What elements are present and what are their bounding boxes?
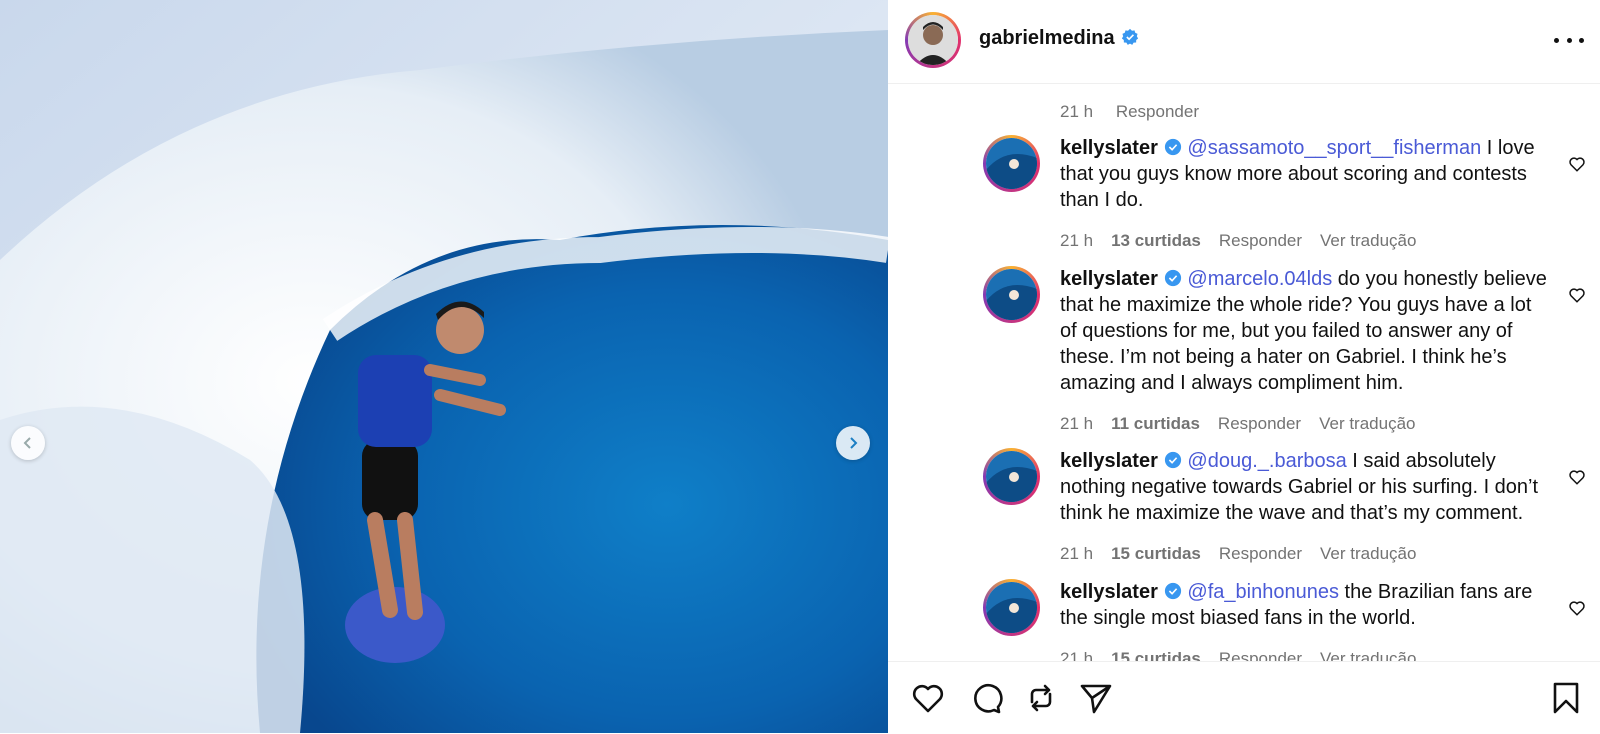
share-button[interactable] xyxy=(1078,680,1114,716)
comments-list[interactable]: 21 h Responder kellyslater @sassamoto__s… xyxy=(888,83,1600,661)
commenter-avatar-image xyxy=(986,138,1037,189)
send-icon xyxy=(1080,684,1112,714)
comment-button[interactable] xyxy=(968,680,1004,716)
reply-link[interactable]: Responder xyxy=(1219,544,1302,563)
comment-mention[interactable]: @fa_binhonunes xyxy=(1187,581,1339,603)
commenter-avatar[interactable] xyxy=(983,579,1040,636)
bookmark-icon xyxy=(1553,682,1579,714)
comment-text: kellyslater @marcelo.04lds do you honest… xyxy=(1060,266,1550,396)
comment-text: kellyslater @doug._.barbosa I said absol… xyxy=(1060,448,1550,526)
commenter-avatar[interactable] xyxy=(983,448,1040,505)
comment-meta: 21 h 11 curtidas Responder Ver tradução xyxy=(1060,414,1434,434)
reply-link[interactable]: Responder xyxy=(1219,231,1302,250)
verified-badge-icon xyxy=(1164,269,1181,287)
verified-badge-icon xyxy=(1164,138,1181,156)
commenter-username[interactable]: kellyslater xyxy=(1060,581,1158,603)
comment-icon xyxy=(974,684,1003,714)
verified-badge-icon xyxy=(1121,28,1138,45)
comment-meta: 21 h 15 curtidas Responder Ver tradução xyxy=(1060,544,1434,564)
more-options-icon xyxy=(1554,37,1559,43)
comment-time: 21 h xyxy=(1060,649,1094,661)
repost-button[interactable] xyxy=(1023,680,1059,716)
comment-time: 21 h xyxy=(1060,231,1094,250)
translate-link[interactable]: Ver tradução xyxy=(1320,544,1416,563)
commenter-avatar-image xyxy=(986,451,1037,502)
comment-meta: 21 h 15 curtidas Responder Ver tradução xyxy=(1060,649,1434,661)
reply-link[interactable]: Responder xyxy=(1218,414,1301,433)
heart-icon xyxy=(912,684,944,713)
heart-icon[interactable] xyxy=(1568,599,1586,617)
comment-mention[interactable]: @sassamoto__sport__fisherman xyxy=(1187,137,1481,159)
comment-time: 21 h xyxy=(1060,544,1094,563)
reply-link[interactable]: Responder xyxy=(1219,649,1302,661)
previous-comment-meta: 21 h Responder xyxy=(1060,102,1217,122)
comment-text: kellyslater @fa_binhonunes the Brazilian… xyxy=(1060,579,1550,631)
translate-link[interactable]: Ver tradução xyxy=(1320,649,1416,661)
previous-image-button[interactable] xyxy=(11,426,45,460)
comment-time: 21 h xyxy=(1060,102,1094,121)
commenter-avatar-image xyxy=(986,269,1037,320)
comment-likes[interactable]: 15 curtidas xyxy=(1111,544,1201,563)
reply-link[interactable]: Responder xyxy=(1116,102,1199,121)
comment-meta: 21 h 13 curtidas Responder Ver tradução xyxy=(1060,231,1434,251)
next-image-button[interactable] xyxy=(836,426,870,460)
more-options-button[interactable] xyxy=(1554,30,1584,50)
comment-text: kellyslater @sassamoto__sport__fisherman… xyxy=(1060,135,1550,213)
comment-likes[interactable]: 13 curtidas xyxy=(1111,231,1201,250)
heart-icon[interactable] xyxy=(1568,468,1586,486)
heart-icon[interactable] xyxy=(1568,155,1586,173)
save-button[interactable] xyxy=(1548,680,1584,716)
translate-link[interactable]: Ver tradução xyxy=(1320,231,1416,250)
comment-mention[interactable]: @doug._.barbosa xyxy=(1187,450,1346,472)
commenter-username[interactable]: kellyslater xyxy=(1060,450,1158,472)
commenter-username[interactable]: kellyslater xyxy=(1060,268,1158,290)
commenter-avatar[interactable] xyxy=(983,135,1040,192)
commenter-avatar-image xyxy=(986,582,1037,633)
comment-likes[interactable]: 15 curtidas xyxy=(1111,649,1201,661)
post-header: gabrielmedina xyxy=(888,0,1600,84)
commenter-avatar[interactable] xyxy=(983,266,1040,323)
author-username[interactable]: gabrielmedina xyxy=(979,27,1115,49)
post-actions-bar xyxy=(888,661,1600,734)
post-image xyxy=(0,0,888,733)
author-avatar[interactable] xyxy=(905,12,961,68)
post-side-panel: gabrielmedina 21 h Responder kellyslater… xyxy=(888,0,1600,733)
comment-time: 21 h xyxy=(1060,414,1094,433)
chevron-right-icon xyxy=(850,437,858,449)
comment-likes[interactable]: 11 curtidas xyxy=(1111,414,1200,433)
chevron-left-icon xyxy=(23,437,31,449)
comment-mention[interactable]: @marcelo.04lds xyxy=(1187,268,1332,290)
repost-icon xyxy=(1030,684,1052,712)
verified-badge-icon xyxy=(1164,451,1181,469)
commenter-username[interactable]: kellyslater xyxy=(1060,137,1158,159)
author-avatar-image xyxy=(908,15,958,65)
like-button[interactable] xyxy=(910,680,946,716)
verified-badge-icon xyxy=(1164,582,1181,600)
heart-icon[interactable] xyxy=(1568,286,1586,304)
translate-link[interactable]: Ver tradução xyxy=(1319,414,1415,433)
